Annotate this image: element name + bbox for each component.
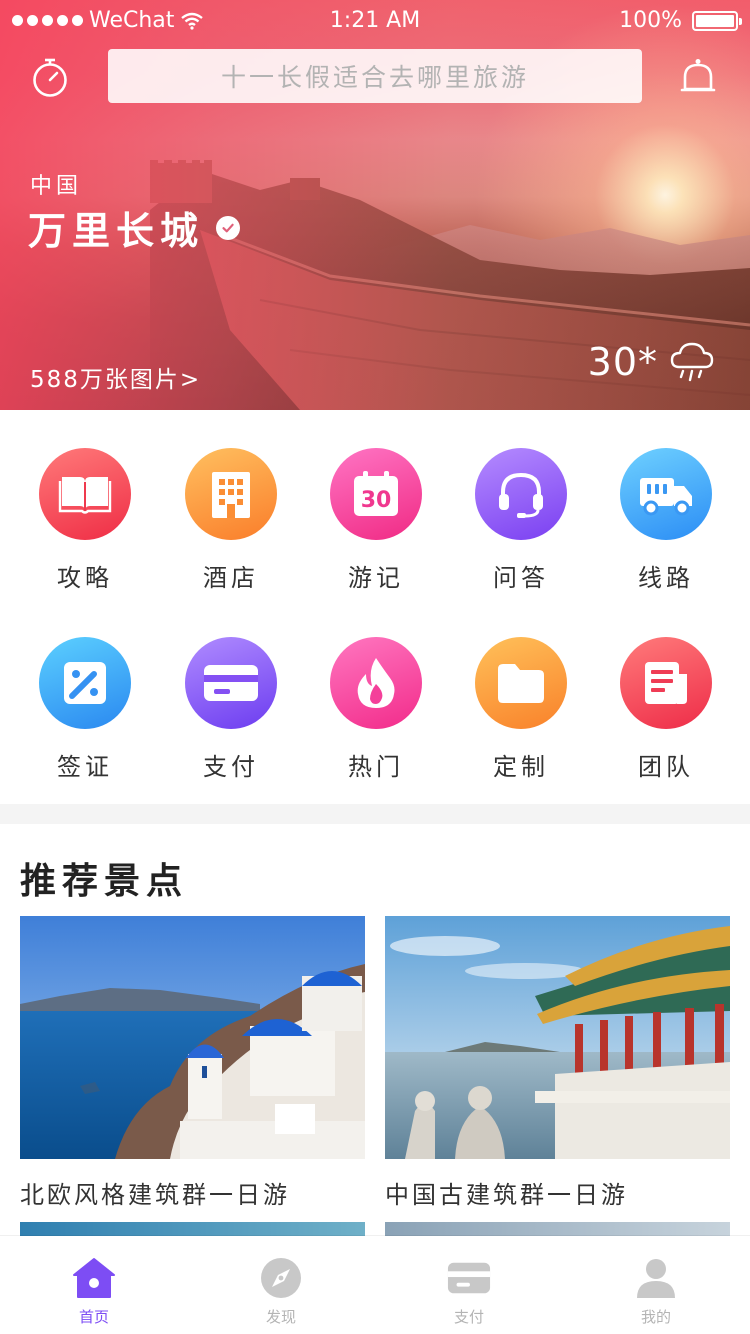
battery-icon [692,10,742,31]
category-label: 线路 [638,564,694,592]
bell-icon[interactable] [680,58,716,98]
category-label: 攻略 [57,564,113,592]
chinese-pavilion-photo [385,916,730,1159]
tab-label: 发现 [265,1308,296,1326]
stopwatch-icon[interactable] [30,58,70,98]
card-caption: 北欧风格建筑群一日游 [20,1181,290,1209]
truck-icon [620,448,712,540]
category-label: 问答 [493,564,549,592]
category-travelogue[interactable]: 30 游记 [316,448,436,593]
category-visa[interactable]: 签证 [25,637,145,782]
calendar-icon: 30 [330,448,422,540]
category-guide[interactable]: 攻略 [25,448,145,593]
verified-check-icon [216,215,241,240]
tab-discover[interactable]: 发现 [231,1256,331,1327]
hero-country: 中国 [30,174,83,199]
category-payment[interactable]: 支付 [171,637,291,782]
search-input[interactable]: 十一长假适合去哪里旅游 [108,49,642,103]
category-grid: 攻略 酒店 30 游记 问答 线路 签证 支付 热门 定制 团队 [0,410,750,804]
user-icon [634,1256,678,1300]
photos-count-link[interactable]: 588万张图片> [30,360,201,394]
book-icon [39,448,131,540]
recommended-section-title: 推荐景点 [20,861,189,902]
battery-status: 100% [619,8,742,33]
tab-profile[interactable]: 我的 [606,1256,706,1327]
headset-icon [475,448,567,540]
temperature: 30* [587,340,658,384]
pencil-ruler-icon [39,637,131,729]
hero-place-name: 万里长城 [28,209,205,253]
building-icon [185,448,277,540]
card-icon [185,637,277,729]
category-custom[interactable]: 定制 [461,637,581,782]
recommend-card-santorini[interactable]: 北欧风格建筑群一日游 [20,916,365,1210]
tab-label: 首页 [78,1308,109,1326]
tab-home[interactable]: 首页 [44,1256,144,1327]
rain-cloud-icon [670,342,714,382]
section-divider [0,804,750,824]
category-label: 热门 [348,753,404,781]
compass-icon [259,1256,303,1300]
tab-payment[interactable]: 支付 [419,1256,519,1327]
battery-percent: 100% [619,8,682,33]
card-caption: 中国古建筑群一日游 [385,1181,628,1209]
folder-icon [475,637,567,729]
tab-label: 支付 [453,1308,484,1326]
category-label: 游记 [348,564,404,592]
category-team[interactable]: 团队 [606,637,726,782]
tab-label: 我的 [640,1308,671,1326]
wallet-icon [447,1256,491,1300]
category-label: 签证 [57,753,113,781]
hero-banner[interactable]: WeChat 1:21 AM 100% 十一长假适合去哪里旅游 中国 万里长城 [0,0,750,410]
category-hot[interactable]: 热门 [316,637,436,782]
recommend-card-chinese-architecture[interactable]: 中国古建筑群一日游 [385,916,730,1210]
bottom-tab-bar: 首页 发现 支付 我的 [0,1236,750,1334]
category-qa[interactable]: 问答 [461,448,581,593]
svg-text:30: 30 [361,488,392,513]
flame-icon [330,637,422,729]
santorini-photo [20,916,365,1159]
category-hotel[interactable]: 酒店 [171,448,291,593]
newspaper-icon [620,637,712,729]
category-label: 定制 [493,753,549,781]
status-bar: WeChat 1:21 AM 100% [0,0,750,40]
category-label: 团队 [638,753,694,781]
category-route[interactable]: 线路 [606,448,726,593]
category-label: 支付 [203,753,259,781]
weather-widget: 30* [588,340,714,384]
home-icon [72,1256,116,1300]
category-label: 酒店 [203,564,259,592]
hero-place-title: 万里长城 [28,200,241,255]
